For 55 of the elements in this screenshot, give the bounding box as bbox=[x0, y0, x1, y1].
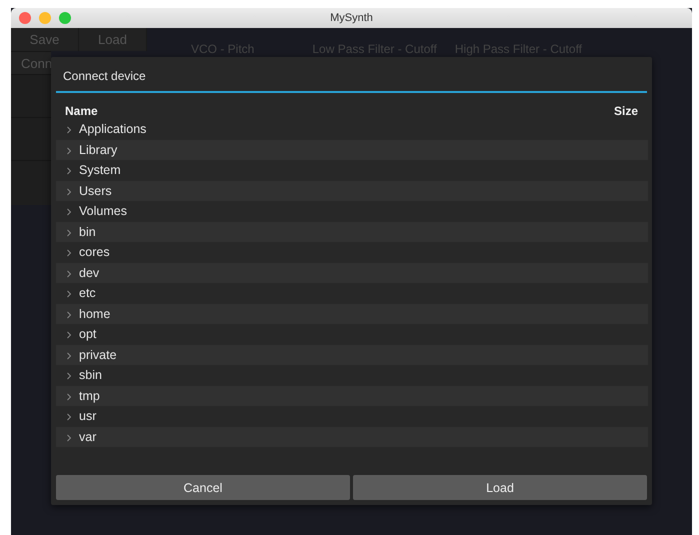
folder-name: dev bbox=[79, 266, 100, 280]
folder-name: Users bbox=[79, 184, 112, 198]
chevron-icon[interactable] bbox=[66, 413, 72, 422]
dialog-button[interactable]: Cancel bbox=[56, 475, 350, 500]
chevron-icon[interactable] bbox=[66, 270, 72, 278]
chevron-icon[interactable] bbox=[66, 392, 72, 401]
chevron-icon[interactable] bbox=[66, 331, 72, 340]
chevron-icon[interactable] bbox=[66, 188, 72, 196]
folder-row[interactable]: Applications bbox=[56, 119, 648, 140]
window-title: MySynth bbox=[330, 12, 373, 24]
dialog-button[interactable]: Load bbox=[353, 475, 647, 500]
folder-name: sbin bbox=[79, 368, 102, 382]
chevron-icon[interactable] bbox=[66, 126, 72, 134]
folder-row[interactable]: Library bbox=[56, 140, 648, 160]
chevron-icon[interactable] bbox=[66, 249, 72, 258]
folder-row[interactable]: Users bbox=[56, 180, 648, 201]
folder-name: bin bbox=[79, 224, 96, 239]
column-header: Name bbox=[65, 104, 98, 119]
folder-row[interactable]: System bbox=[56, 160, 648, 180]
folder-row[interactable]: bin bbox=[56, 222, 648, 242]
chevron-icon[interactable] bbox=[66, 434, 72, 442]
folder-name: usr bbox=[79, 409, 96, 424]
folder-row[interactable]: Volumes bbox=[56, 201, 648, 222]
chevron-icon[interactable] bbox=[66, 310, 72, 319]
chevron-icon[interactable] bbox=[66, 208, 72, 216]
folder-name: Volumes bbox=[79, 204, 127, 218]
folder-row[interactable]: home bbox=[56, 304, 648, 324]
folder-name: cores bbox=[79, 245, 110, 260]
folder-row[interactable]: opt bbox=[56, 324, 648, 344]
folder-row[interactable]: cores bbox=[56, 242, 648, 262]
column-header: Size bbox=[614, 104, 638, 119]
dialog-title: Connect device bbox=[62, 68, 147, 85]
folder-name: private bbox=[79, 348, 117, 362]
folder-name: var bbox=[79, 430, 96, 444]
folder-name: Applications bbox=[79, 122, 146, 136]
chevron-icon[interactable] bbox=[66, 372, 72, 380]
close-button[interactable] bbox=[19, 12, 31, 24]
folder-name: tmp bbox=[79, 388, 100, 403]
folder-name: Library bbox=[79, 142, 118, 157]
folder-name: home bbox=[79, 306, 110, 321]
folder-name: opt bbox=[79, 327, 96, 342]
folder-name: etc bbox=[79, 286, 96, 300]
folder-row[interactable]: dev bbox=[56, 262, 648, 283]
folder-row[interactable]: sbin bbox=[56, 365, 648, 386]
folder-row[interactable]: private bbox=[56, 344, 648, 365]
chevron-icon[interactable] bbox=[66, 167, 72, 176]
folder-row[interactable]: usr bbox=[56, 406, 648, 426]
folder-row[interactable]: tmp bbox=[56, 386, 648, 406]
folder-name: System bbox=[79, 163, 121, 178]
folder-row[interactable]: var bbox=[56, 426, 648, 447]
chevron-icon[interactable] bbox=[66, 352, 72, 360]
chevron-icon[interactable] bbox=[66, 146, 72, 155]
chevron-icon[interactable] bbox=[66, 290, 72, 298]
chevron-icon[interactable] bbox=[66, 228, 72, 237]
folder-row[interactable]: etc bbox=[56, 283, 648, 304]
